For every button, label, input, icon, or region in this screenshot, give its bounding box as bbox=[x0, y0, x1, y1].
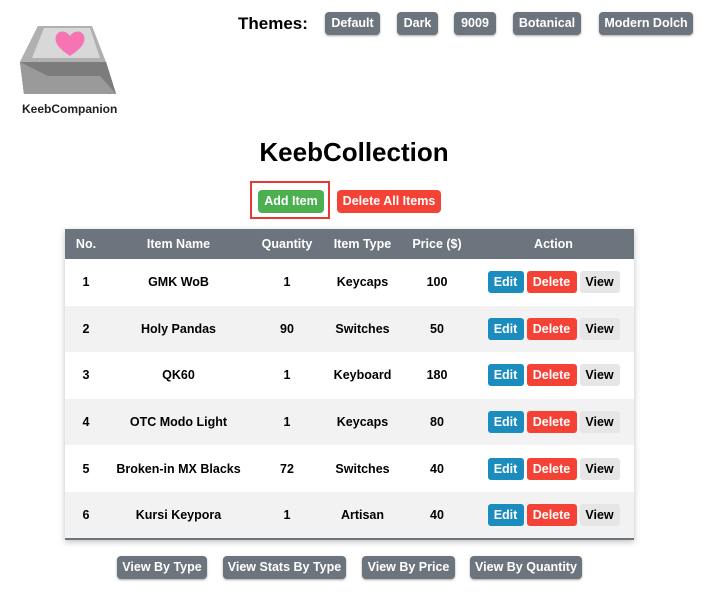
cell-quantity: 1 bbox=[283, 275, 291, 290]
theme-9009-button[interactable]: 9009 bbox=[454, 12, 496, 35]
cell-no: 3 bbox=[82, 368, 90, 383]
cell-item-type: Keycaps bbox=[336, 275, 389, 290]
cell-item-type: Switches bbox=[335, 461, 390, 476]
cell-no: 5 bbox=[82, 461, 90, 476]
delete-button[interactable]: Delete bbox=[526, 271, 577, 294]
delete-button[interactable]: Delete bbox=[526, 317, 577, 340]
view-button[interactable]: View bbox=[579, 317, 620, 340]
table-row: 5 Broken-in MX Blacks 72 Switches 40 Edi… bbox=[65, 445, 634, 492]
cell-item-name: GMK WoB bbox=[148, 275, 209, 290]
edit-button[interactable]: Edit bbox=[487, 317, 524, 340]
cell-price: 180 bbox=[426, 368, 448, 383]
edit-button[interactable]: Edit bbox=[487, 457, 524, 480]
cell-actions: Edit Delete View bbox=[473, 352, 634, 399]
logo: KeebCompanion bbox=[16, 14, 120, 120]
cell-price: 100 bbox=[426, 275, 448, 290]
view-button[interactable]: View bbox=[579, 457, 620, 480]
cell-no: 2 bbox=[82, 321, 90, 336]
header-action: Action bbox=[534, 237, 573, 251]
cell-item-type: Switches bbox=[335, 321, 390, 336]
theme-dark-button[interactable]: Dark bbox=[397, 12, 438, 35]
theme-default-button[interactable]: Default bbox=[325, 12, 380, 35]
view-by-type-button[interactable]: View By Type bbox=[117, 556, 207, 579]
cell-item-name: QK60 bbox=[162, 368, 195, 383]
cell-actions: Edit Delete View bbox=[473, 445, 634, 492]
table-row: 1 GMK WoB 1 Keycaps 100 Edit Delete View bbox=[65, 259, 634, 306]
view-button[interactable]: View bbox=[579, 503, 620, 526]
view-by-price-button[interactable]: View By Price bbox=[362, 556, 455, 579]
header-no: No. bbox=[75, 237, 97, 251]
cell-no: 6 bbox=[82, 507, 90, 522]
delete-button[interactable]: Delete bbox=[526, 411, 577, 434]
cell-actions: Edit Delete View bbox=[473, 492, 634, 539]
edit-button[interactable]: Edit bbox=[487, 271, 524, 294]
table-row: 4 OTC Modo Light 1 Keycaps 80 Edit Delete… bbox=[65, 398, 634, 446]
cell-actions: Edit Delete View bbox=[473, 259, 634, 306]
page-title: KeebCollection bbox=[259, 137, 449, 167]
cell-price: 80 bbox=[430, 415, 444, 430]
cell-item-name: Kursi Keypora bbox=[135, 507, 222, 522]
cell-no: 1 bbox=[82, 275, 90, 290]
cell-item-name: OTC Modo Light bbox=[129, 415, 228, 430]
view-button[interactable]: View bbox=[579, 271, 620, 294]
cell-actions: Edit Delete View bbox=[473, 399, 634, 446]
logo-text: KeebCompanion bbox=[22, 102, 118, 116]
table-row: 3 QK60 1 Keyboard 180 Edit Delete View bbox=[65, 352, 634, 399]
cell-item-type: Keyboard bbox=[333, 368, 392, 383]
cell-item-type: Keycaps bbox=[336, 415, 389, 430]
cell-quantity: 72 bbox=[280, 461, 294, 476]
header-item-name: Item Name bbox=[146, 237, 211, 251]
view-by-quantity-button[interactable]: View By Quantity bbox=[470, 556, 582, 579]
theme-modern-dolch-button[interactable]: Modern Dolch bbox=[599, 12, 693, 35]
cell-price: 50 bbox=[430, 321, 444, 336]
view-stats-by-type-button[interactable]: View Stats By Type bbox=[223, 556, 346, 579]
add-item-button[interactable]: Add Item bbox=[258, 190, 324, 213]
cell-quantity: 1 bbox=[283, 507, 291, 522]
cell-price: 40 bbox=[430, 507, 444, 522]
header-item-type: Item Type bbox=[333, 237, 392, 251]
keycap-heart-icon bbox=[20, 26, 116, 94]
delete-button[interactable]: Delete bbox=[526, 503, 577, 526]
cell-quantity: 1 bbox=[283, 415, 291, 430]
delete-button[interactable]: Delete bbox=[526, 457, 577, 480]
theme-botanical-button[interactable]: Botanical bbox=[513, 12, 581, 35]
view-button[interactable]: View bbox=[579, 364, 620, 387]
header-price: Price ($) bbox=[412, 237, 462, 251]
table-row: 6 Kursi Keypora 1 Artisan 40 Edit Delete V… bbox=[65, 491, 634, 539]
cell-price: 40 bbox=[430, 461, 444, 476]
table-row: 2 Holy Pandas 90 Switches 50 Edit Delete V… bbox=[65, 305, 634, 353]
table-header-row: No. Item Name Quantity Item Type Price (… bbox=[65, 229, 634, 259]
cell-item-name: Holy Pandas bbox=[140, 321, 217, 336]
cell-actions: Edit Delete View bbox=[473, 306, 634, 353]
view-button[interactable]: View bbox=[579, 411, 620, 434]
delete-all-items-button[interactable]: Delete All Items bbox=[337, 190, 441, 213]
cell-item-type: Artisan bbox=[340, 507, 385, 522]
cell-quantity: 90 bbox=[280, 321, 294, 336]
items-table: No. Item Name Quantity Item Type Price (… bbox=[65, 229, 634, 540]
edit-button[interactable]: Edit bbox=[487, 503, 524, 526]
header-quantity: Quantity bbox=[261, 237, 313, 251]
delete-button[interactable]: Delete bbox=[526, 364, 577, 387]
cell-item-name: Broken-in MX Blacks bbox=[116, 461, 241, 476]
edit-button[interactable]: Edit bbox=[487, 364, 524, 387]
themes-label: Themes: bbox=[238, 14, 308, 33]
cell-quantity: 1 bbox=[283, 368, 291, 383]
cell-no: 4 bbox=[82, 415, 90, 430]
edit-button[interactable]: Edit bbox=[487, 411, 524, 434]
